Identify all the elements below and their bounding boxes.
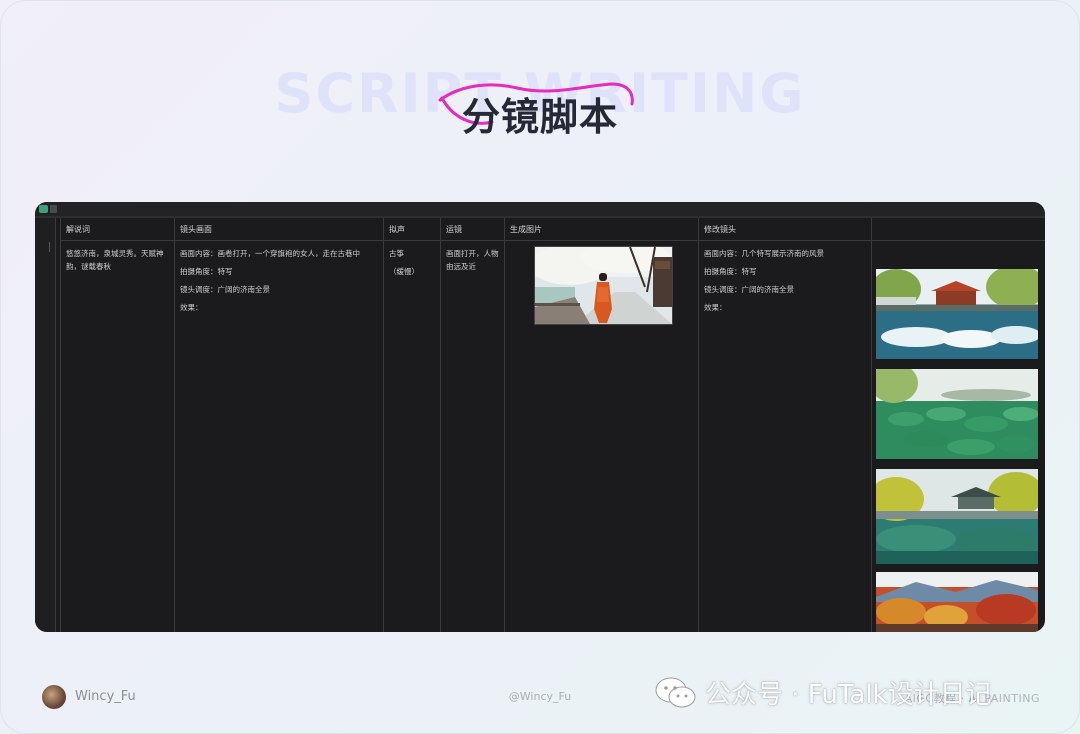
header-sound[interactable]: 拟声 (384, 218, 440, 241)
column-image: 生成图片 (505, 218, 699, 632)
watermark-text: 公众号 · FuTalk设计日记 (705, 680, 992, 710)
lotus-pond-image[interactable] (876, 369, 1038, 459)
window-toolbar (35, 202, 1045, 216)
sound-tempo: （缓慢） (389, 267, 419, 276)
revised-effect: 效果： (704, 303, 727, 312)
spreadsheet-window: 解说词 悠悠济南，泉城灵秀。天赋神韵，谜载春秋 镜头画面 画面内容：画卷打开，一… (35, 202, 1045, 632)
cell-sound[interactable]: 古筝 （缓慢） (389, 247, 436, 283)
page-title: 分镜脚本 (461, 95, 618, 139)
column-narration: 解说词 悠悠济南，泉城灵秀。天赋神韵，谜载春秋 (61, 218, 175, 632)
cell-camera[interactable]: 画面打开，人物由远及近 (446, 247, 500, 273)
revised-content: 画面内容：几个特写展示济南的风景 (704, 249, 824, 258)
header-camera[interactable]: 运镜 (441, 218, 504, 241)
wechat-icon (655, 677, 696, 708)
pavilion-spring-image[interactable] (876, 269, 1038, 359)
row-number-gutter (35, 218, 56, 632)
grid-icon[interactable] (50, 205, 57, 213)
shot-movement: 镜头调度：广阔的济南全景 (180, 285, 270, 294)
header-image[interactable]: 生成图片 (505, 218, 698, 241)
autumn-mountain-image[interactable] (876, 572, 1038, 632)
woman-in-qipao-image[interactable] (534, 246, 673, 325)
sound-instrument: 古筝 (389, 249, 404, 258)
header-revised-shot[interactable]: 修改镜头 (699, 218, 871, 241)
column-camera: 运镜 画面打开，人物由远及近 (441, 218, 505, 632)
shot-content: 画面内容：画卷打开，一个穿旗袍的女人，走在古巷中 (180, 249, 360, 258)
cell-shot[interactable]: 画面内容：画卷打开，一个穿旗袍的女人，走在古巷中 拍摄角度：特写 镜头调度：广阔… (180, 247, 379, 319)
column-sound: 拟声 古筝 （缓慢） (384, 218, 441, 632)
revised-movement: 镜头调度：广阔的济南全景 (704, 285, 794, 294)
script-table: 解说词 悠悠济南，泉城灵秀。天赋神韵，谜载春秋 镜头画面 画面内容：画卷打开，一… (60, 218, 1045, 632)
column-shot: 镜头画面 画面内容：画卷打开，一个穿旗袍的女人，走在古巷中 拍摄角度：特写 镜头… (175, 218, 384, 632)
cell-revised-shot[interactable]: 画面内容：几个特写展示济南的风景 拍摄角度：特写 镜头调度：广阔的济南全景 效果… (704, 247, 867, 319)
header-shot[interactable]: 镜头画面 (175, 218, 383, 241)
app-icon[interactable] (39, 205, 48, 213)
shot-effect: 效果： (180, 303, 203, 312)
green-pavilion-lake-image[interactable] (876, 469, 1038, 564)
shot-angle: 拍摄角度：特写 (180, 267, 233, 276)
cell-narration[interactable]: 悠悠济南，泉城灵秀。天赋神韵，谜载春秋 (66, 247, 170, 273)
column-revised-shot: 修改镜头 画面内容：几个特写展示济南的风景 拍摄角度：特写 镜头调度：广阔的济南… (699, 218, 872, 632)
row-tick (49, 242, 50, 252)
header-thumbnails (872, 218, 1045, 241)
column-thumbnails (872, 218, 1045, 632)
header-narration[interactable]: 解说词 (61, 218, 174, 241)
revised-angle: 拍摄角度：特写 (704, 267, 757, 276)
